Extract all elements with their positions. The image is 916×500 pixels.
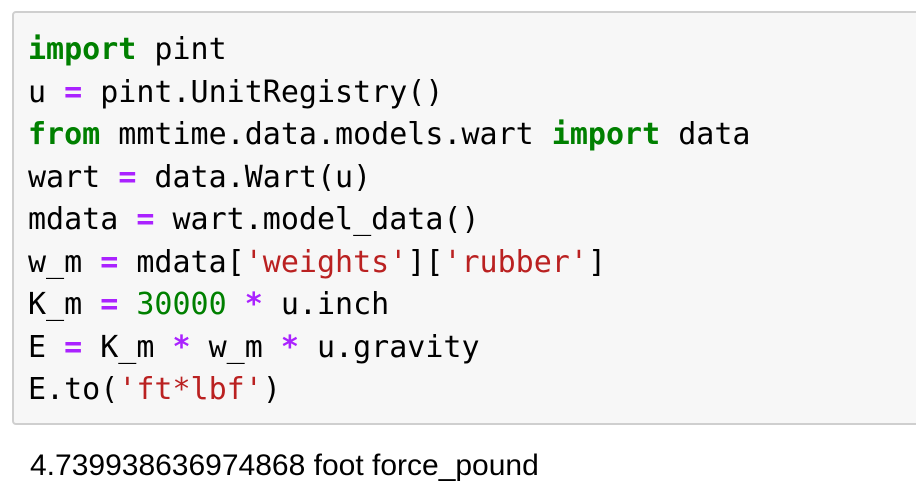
code-cell-input[interactable]: import pint u = pint.UnitRegistry() from m… xyxy=(12,11,916,425)
code-line: u = pint.UnitRegistry() xyxy=(28,72,916,115)
code-operator: = xyxy=(118,159,137,195)
code-text: ] xyxy=(587,244,606,280)
code-line: mdata = wart.model_data() xyxy=(28,199,916,242)
code-string: 'rubber' xyxy=(443,244,588,280)
code-operator: = xyxy=(64,74,83,110)
cell-output: 4.739938636974868 foot force_pound xyxy=(30,449,539,482)
code-keyword: from xyxy=(28,117,101,152)
code-line: wart = data.Wart(u) xyxy=(28,157,916,200)
code-text: u.inch xyxy=(262,287,390,322)
code-text: data xyxy=(660,117,751,152)
code-text: wart xyxy=(28,159,119,195)
code-line: E.to('ft*lbf') xyxy=(28,369,916,412)
code-text: w_m xyxy=(190,329,281,365)
code-line: K_m = 30000 * u.inch xyxy=(28,284,916,327)
code-text: mdata xyxy=(28,202,137,237)
code-operator: = xyxy=(100,244,119,280)
code-text: pint xyxy=(136,32,227,67)
code-editor[interactable]: import pint u = pint.UnitRegistry() from m… xyxy=(28,29,916,412)
code-operator: * xyxy=(244,287,263,322)
code-line: w_m = mdata['weights']['rubber'] xyxy=(28,242,916,285)
code-text: E xyxy=(28,329,65,365)
code-operator: * xyxy=(172,329,191,365)
code-operator: = xyxy=(136,202,155,237)
code-string: 'weights' xyxy=(244,244,408,280)
code-text: mmtime.data.models.wart xyxy=(100,117,552,152)
code-text: pint.UnitRegistry() xyxy=(82,74,444,110)
code-text: mdata[ xyxy=(118,244,245,280)
code-operator: = xyxy=(64,329,83,365)
code-text: K_m xyxy=(28,287,101,322)
code-keyword: import xyxy=(28,32,137,67)
code-text: ][ xyxy=(407,244,444,280)
code-line: from mmtime.data.models.wart import data xyxy=(28,114,916,157)
code-text: ) xyxy=(262,372,281,407)
code-operator: * xyxy=(280,329,299,365)
code-number: 30000 xyxy=(136,287,227,322)
code-text: w_m xyxy=(28,244,101,280)
code-text: u.gravity xyxy=(298,329,480,365)
code-text: data.Wart(u) xyxy=(136,159,372,195)
code-text: E.to( xyxy=(28,372,119,407)
code-text: wart.model_data() xyxy=(154,202,480,237)
code-operator: = xyxy=(100,287,119,322)
code-line: import pint xyxy=(28,29,916,72)
code-line: E = K_m * w_m * u.gravity xyxy=(28,327,916,370)
code-text: K_m xyxy=(82,329,173,365)
code-text: u xyxy=(28,74,65,110)
code-string: 'ft*lbf' xyxy=(118,372,263,407)
code-keyword: import xyxy=(551,117,661,152)
